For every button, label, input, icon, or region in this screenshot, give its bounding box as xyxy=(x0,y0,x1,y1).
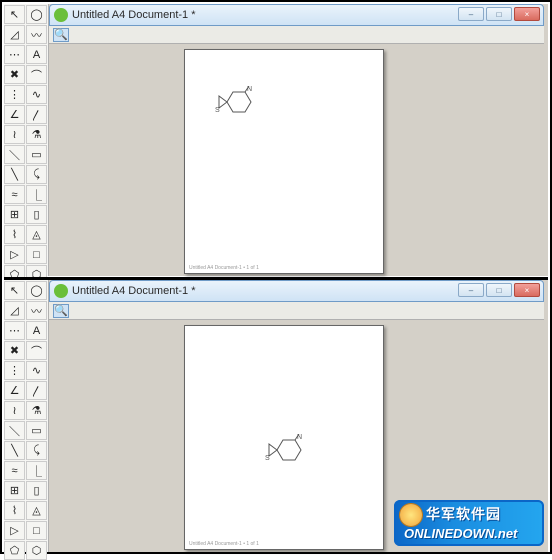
zoom-icon[interactable]: 🔍 xyxy=(53,28,69,42)
zoom-icon[interactable]: 🔍 xyxy=(53,304,69,318)
tool-wave[interactable]: ≈ xyxy=(4,461,25,480)
tool-play[interactable]: ▷ xyxy=(4,245,25,264)
tool-zig[interactable]: ⌇ xyxy=(4,501,25,520)
close-button[interactable]: × xyxy=(514,283,540,297)
app-icon xyxy=(54,284,68,298)
tool-page[interactable]: ▯ xyxy=(26,205,47,224)
workspace[interactable]: S N Untitled A4 Document-1 • 1 of 1 xyxy=(49,44,544,272)
tool-angle[interactable]: ∠ xyxy=(4,381,25,400)
tool-grid[interactable]: ⊞ xyxy=(4,481,25,500)
tool-page[interactable]: ▯ xyxy=(26,481,47,500)
tool-dotted[interactable]: ⋯ xyxy=(4,45,25,64)
tool-eraser[interactable]: ◿ xyxy=(4,25,25,44)
tool-brush[interactable]: 〰 xyxy=(26,25,47,44)
tool-ring[interactable]: ◬ xyxy=(26,501,47,520)
tool-arc[interactable]: ⌒ xyxy=(26,65,47,84)
tool-angle[interactable]: ∠ xyxy=(4,105,25,124)
tool-curve[interactable]: ∿ xyxy=(26,85,47,104)
titlebar[interactable]: Untitled A4 Document-1 * – □ × xyxy=(49,280,544,302)
tool-hook[interactable]: ⤹ xyxy=(26,165,47,184)
minimize-button[interactable]: – xyxy=(458,283,484,297)
chemistry-app-window-top: ↖ ◯ ◿ 〰 ⋯ A ✖ ⌒ ⋮ ∿ ∠ 〳 ≀ ⚗ ＼ ▭ ╲ ⤹ ≈ ⎿ … xyxy=(4,4,548,276)
tool-rect[interactable]: ▭ xyxy=(26,421,47,440)
tool-lasso[interactable]: ◯ xyxy=(26,5,47,24)
maximize-button[interactable]: □ xyxy=(486,283,512,297)
tool-line2[interactable]: ╲ xyxy=(4,441,25,460)
tool-line[interactable]: ＼ xyxy=(4,421,25,440)
tool-flask[interactable]: ⚗ xyxy=(26,401,47,420)
tool-grid[interactable]: ⊞ xyxy=(4,205,25,224)
tool-sq[interactable]: □ xyxy=(26,245,47,264)
tool-flask[interactable]: ⚗ xyxy=(26,125,47,144)
titlebar[interactable]: Untitled A4 Document-1 * – □ × xyxy=(49,4,544,26)
tool-el[interactable]: ⎿ xyxy=(26,461,47,480)
page-footer: Untitled A4 Document-1 • 1 of 1 xyxy=(189,265,259,271)
window-title: Untitled A4 Document-1 * xyxy=(72,9,196,21)
toolbox: ↖ ◯ ◿ 〰 ⋯ A ✖ ⌒ ⋮ ∿ ∠ 〳 ≀ ⚗ ＼ ▭ ╲ ⤹ ≈ ⎿ … xyxy=(4,280,49,552)
atom-n: N xyxy=(247,86,252,93)
tool-zig[interactable]: ⌇ xyxy=(4,225,25,244)
watermark-icon xyxy=(400,504,422,526)
tool-dots[interactable]: ⋮ xyxy=(4,85,25,104)
canvas-page[interactable]: S N Untitled A4 Document-1 • 1 of 1 xyxy=(184,325,384,550)
atom-s: S xyxy=(265,455,270,462)
tool-play[interactable]: ▷ xyxy=(4,521,25,540)
tool-brush[interactable]: 〰 xyxy=(26,301,47,320)
window-controls: – □ × xyxy=(458,7,540,21)
tool-bend[interactable]: 〳 xyxy=(26,105,47,124)
option-strip: 🔍 xyxy=(49,302,544,320)
maximize-button[interactable]: □ xyxy=(486,7,512,21)
tool-text[interactable]: A xyxy=(26,321,47,340)
tool-pent[interactable]: ⬠ xyxy=(4,541,25,560)
watermark-cn-text: 华军软件园 xyxy=(426,504,501,524)
tool-dotted[interactable]: ⋯ xyxy=(4,321,25,340)
tool-delete[interactable]: ✖ xyxy=(4,65,25,84)
toolbox: ↖ ◯ ◿ 〰 ⋯ A ✖ ⌒ ⋮ ∿ ∠ 〳 ≀ ⚗ ＼ ▭ ╲ ⤹ ≈ ⎿ … xyxy=(4,4,49,276)
watermark-badge: 华军软件园 ONLINEDOWN.net xyxy=(394,500,544,546)
tool-pointer[interactable]: ↖ xyxy=(4,281,25,300)
tool-chain[interactable]: ≀ xyxy=(4,401,25,420)
tool-delete[interactable]: ✖ xyxy=(4,341,25,360)
tool-eraser[interactable]: ◿ xyxy=(4,301,25,320)
atom-n: N xyxy=(297,434,302,441)
molecule-structure[interactable]: S N xyxy=(213,86,261,122)
molecule-structure[interactable]: S N xyxy=(263,434,311,470)
tool-wave[interactable]: ≈ xyxy=(4,185,25,204)
atom-s: S xyxy=(215,107,220,114)
page-footer: Untitled A4 Document-1 • 1 of 1 xyxy=(189,541,259,547)
window-controls: – □ × xyxy=(458,283,540,297)
tool-sq[interactable]: □ xyxy=(26,521,47,540)
option-strip: 🔍 xyxy=(49,26,544,44)
minimize-button[interactable]: – xyxy=(458,7,484,21)
tool-hex[interactable]: ⬡ xyxy=(26,541,47,560)
close-button[interactable]: × xyxy=(514,7,540,21)
tool-chain[interactable]: ≀ xyxy=(4,125,25,144)
tool-dots[interactable]: ⋮ xyxy=(4,361,25,380)
app-icon xyxy=(54,8,68,22)
canvas-page[interactable]: S N Untitled A4 Document-1 • 1 of 1 xyxy=(184,49,384,274)
watermark-en-text: ONLINEDOWN.net xyxy=(404,526,517,541)
tool-el[interactable]: ⎿ xyxy=(26,185,47,204)
tool-lasso[interactable]: ◯ xyxy=(26,281,47,300)
tool-text[interactable]: A xyxy=(26,45,47,64)
tool-ring[interactable]: ◬ xyxy=(26,225,47,244)
tool-curve[interactable]: ∿ xyxy=(26,361,47,380)
tool-arc[interactable]: ⌒ xyxy=(26,341,47,360)
window-title: Untitled A4 Document-1 * xyxy=(72,285,196,297)
tool-bend[interactable]: 〳 xyxy=(26,381,47,400)
tool-line[interactable]: ＼ xyxy=(4,145,25,164)
tool-pointer[interactable]: ↖ xyxy=(4,5,25,24)
tool-line2[interactable]: ╲ xyxy=(4,165,25,184)
tool-hook[interactable]: ⤹ xyxy=(26,441,47,460)
tool-rect[interactable]: ▭ xyxy=(26,145,47,164)
